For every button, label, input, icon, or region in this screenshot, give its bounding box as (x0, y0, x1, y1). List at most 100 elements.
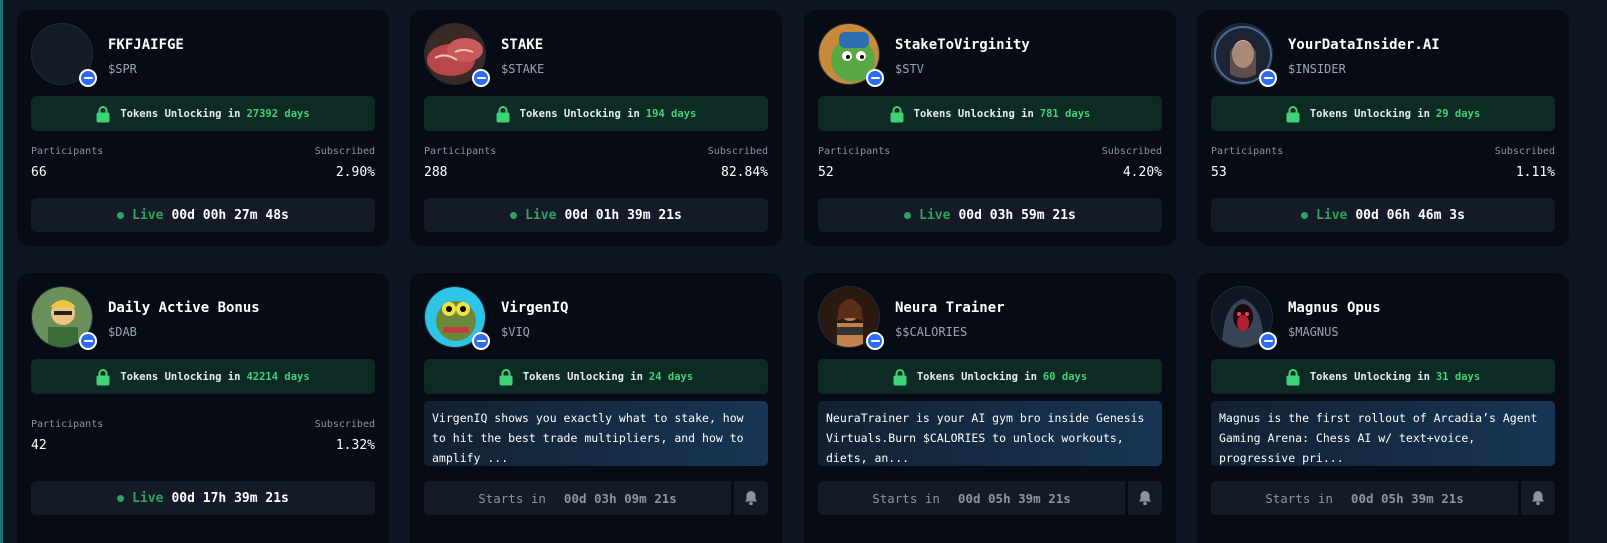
token-ticker: $MAGNUS (1288, 325, 1339, 339)
starts-in-label: Starts in (1265, 490, 1333, 506)
chain-badge-icon (866, 69, 884, 87)
participants-value: 53 (1211, 165, 1227, 180)
live-label: Live (132, 207, 164, 223)
unlock-banner: Tokens Unlocking in 60 days (818, 359, 1162, 394)
unlock-banner: Tokens Unlocking in 194 days (424, 96, 768, 131)
live-dot-icon (510, 211, 518, 219)
unlock-days: 194 days (645, 107, 697, 120)
subscribed-value: 1.11% (1515, 165, 1555, 180)
unlock-banner: Tokens Unlocking in 27392 days (31, 96, 375, 131)
live-timer: Live 00d 01h 39m 21s (424, 198, 768, 232)
token-ticker: $INSIDER (1288, 62, 1346, 76)
subscribed-label: Subscribed (314, 146, 375, 157)
chain-badge-icon (1259, 332, 1277, 350)
unlock-label: Tokens Unlocking in (1309, 370, 1430, 383)
subscribed-label: Subscribed (1101, 146, 1162, 157)
lock-icon (96, 368, 110, 385)
starts-in-timer: Starts in 00d 05h 39m 21s (818, 481, 1125, 515)
lock-icon (499, 368, 513, 385)
countdown: 00d 01h 39m 21s (564, 207, 682, 223)
token-name: VirgenIQ (501, 300, 569, 316)
subscribed-value: 4.20% (1122, 165, 1162, 180)
countdown: 00d 05h 39m 21s (957, 490, 1071, 506)
token-card[interactable]: STAKE $STAKE Tokens Unlocking in 194 day… (410, 10, 782, 246)
bell-icon (1532, 491, 1544, 506)
chain-badge-icon (472, 332, 490, 350)
unlock-label: Tokens Unlocking in (913, 107, 1034, 120)
token-card[interactable]: StakeToVirginity $STV Tokens Unlocking i… (804, 10, 1176, 246)
token-card[interactable]: Magnus Opus $MAGNUS Tokens Unlocking in … (1197, 273, 1569, 543)
token-name: StakeToVirginity (895, 37, 1030, 53)
unlock-banner: Tokens Unlocking in 781 days (818, 96, 1162, 131)
lock-icon (96, 105, 110, 122)
subscribed-label: Subscribed (1494, 146, 1555, 157)
subscribed-label: Subscribed (314, 419, 375, 430)
live-dot-icon (117, 494, 125, 502)
subscribed-value: 82.84% (721, 165, 768, 180)
participants-label: Participants (818, 146, 891, 157)
participants-label: Participants (424, 146, 497, 157)
unlock-days: 27392 days (246, 107, 310, 120)
unlock-label: Tokens Unlocking in (120, 370, 241, 383)
unlock-days: 31 days (1435, 370, 1481, 383)
participants-value: 42 (31, 438, 47, 453)
live-label: Live (132, 490, 164, 506)
unlock-label: Tokens Unlocking in (120, 107, 241, 120)
participants-label: Participants (31, 146, 104, 157)
chain-badge-icon (79, 332, 97, 350)
live-timer: Live 00d 06h 46m 3s (1211, 198, 1555, 232)
token-name: Daily Active Bonus (108, 300, 260, 316)
subscribed-value: 1.32% (335, 438, 375, 453)
countdown: 00d 05h 39m 21s (1350, 490, 1464, 506)
live-timer: Live 00d 17h 39m 21s (31, 481, 375, 515)
countdown: 00d 03h 09m 21s (563, 490, 677, 506)
notify-button[interactable] (1521, 481, 1555, 515)
token-card[interactable]: YourDataInsider.AI $INSIDER Tokens Unloc… (1197, 10, 1569, 246)
token-name: STAKE (501, 37, 544, 53)
unlock-days: 29 days (1435, 107, 1481, 120)
unlock-label: Tokens Unlocking in (519, 107, 640, 120)
countdown: 00d 06h 46m 3s (1355, 207, 1465, 223)
chain-badge-icon (79, 69, 97, 87)
token-card[interactable]: VirgenIQ $VIQ Tokens Unlocking in 24 day… (410, 273, 782, 543)
lock-icon (1286, 105, 1300, 122)
live-dot-icon (904, 211, 912, 219)
chain-badge-icon (472, 69, 490, 87)
lock-icon (496, 105, 510, 122)
notify-button[interactable] (734, 481, 768, 515)
token-ticker: $STAKE (501, 62, 545, 76)
token-name: YourDataInsider.AI (1288, 37, 1440, 53)
starts-in-label: Starts in (872, 490, 940, 506)
unlock-banner: Tokens Unlocking in 42214 days (31, 359, 375, 394)
token-card[interactable]: Daily Active Bonus $DAB Tokens Unlocking… (17, 273, 389, 543)
token-card[interactable]: FKFJAIFGE $SPR Tokens Unlocking in 27392… (17, 10, 389, 246)
unlock-banner: Tokens Unlocking in 31 days (1211, 359, 1555, 394)
unlock-label: Tokens Unlocking in (916, 370, 1037, 383)
unlock-label: Tokens Unlocking in (522, 370, 643, 383)
live-dot-icon (1301, 211, 1309, 219)
participants-label: Participants (1211, 146, 1284, 157)
token-ticker: $SPR (108, 62, 137, 76)
countdown: 00d 17h 39m 21s (171, 490, 289, 506)
token-description: Magnus is the first rollout of Arcadia’s… (1211, 401, 1555, 466)
unlock-days: 60 days (1042, 370, 1088, 383)
token-ticker: $VIQ (501, 325, 530, 339)
token-ticker: $$CALORIES (895, 325, 968, 339)
token-card[interactable]: Neura Trainer $$CALORIES Tokens Unlockin… (804, 273, 1176, 543)
bell-icon (745, 491, 757, 506)
lock-icon (890, 105, 904, 122)
chain-badge-icon (1259, 69, 1277, 87)
token-ticker: $DAB (108, 325, 137, 339)
token-description: NeuraTrainer is your AI gym bro inside G… (818, 401, 1162, 466)
live-timer: Live 00d 03h 59m 21s (818, 198, 1162, 232)
live-label: Live (919, 207, 951, 223)
countdown: 00d 03h 59m 21s (958, 207, 1076, 223)
lock-icon (1286, 368, 1300, 385)
unlock-banner: Tokens Unlocking in 29 days (1211, 96, 1555, 131)
token-name: Neura Trainer (895, 300, 1005, 316)
notify-button[interactable] (1128, 481, 1162, 515)
starts-in-label: Starts in (478, 490, 546, 506)
window-edge (0, 0, 3, 543)
live-timer: Live 00d 00h 27m 48s (31, 198, 375, 232)
participants-label: Participants (31, 419, 104, 430)
